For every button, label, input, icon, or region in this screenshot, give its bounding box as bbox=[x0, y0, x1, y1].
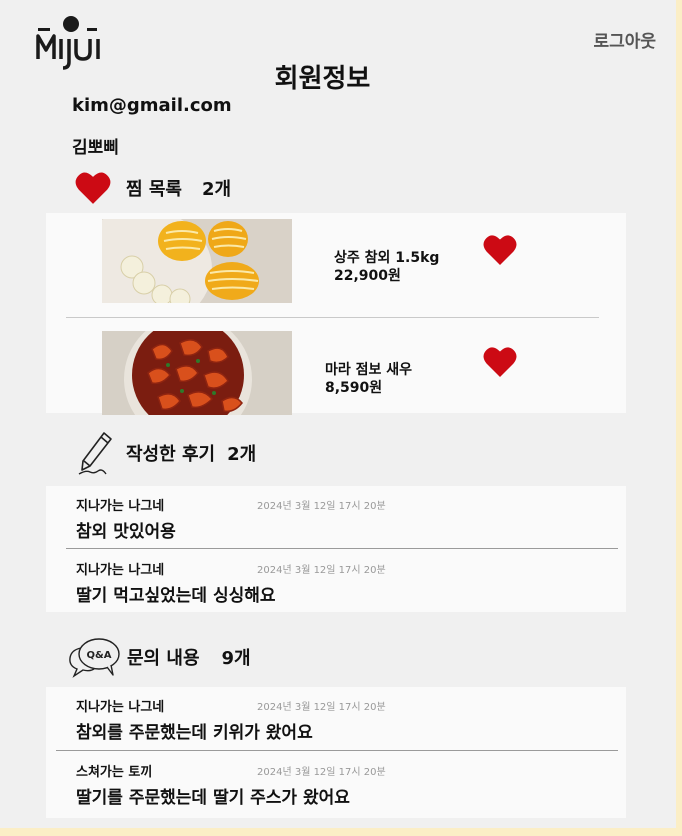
review-author: 지나가는 나그네 bbox=[76, 499, 165, 514]
inquiry-date: 2024년 3월 12일 17시 20분 bbox=[257, 702, 386, 713]
wishlist-panel: 상주 참외 1.5kg 22,900원 마라 점보 새우 8,590원 bbox=[46, 209, 626, 443]
review-item[interactable]: 지나가는 나그네 2024년 3월 12일 17시 20분 딸기 먹고싶었는데 … bbox=[46, 550, 626, 612]
wishlist-item[interactable]: 마라 점보 새우 8,590원 bbox=[46, 315, 626, 443]
review-body[interactable]: 참외 맛있어용 bbox=[76, 517, 176, 542]
reviews-count: 2개 bbox=[227, 444, 257, 465]
wishlist-count: 2개 bbox=[201, 179, 232, 200]
inquiry-item[interactable]: 스쳐가는 토끼 2024년 3월 12일 17시 20분 딸기를 주문했는데 딸… bbox=[46, 752, 626, 814]
product-image-melon[interactable] bbox=[72, 209, 292, 329]
qa-speech-bubble-icon: Q&A bbox=[69, 638, 120, 678]
review-item[interactable]: 지나가는 나그네 2024년 3월 12일 17시 20분 참외 맛있어용 bbox=[46, 486, 626, 548]
svg-text:Q&A: Q&A bbox=[87, 650, 112, 661]
profile-page: 로그아웃 회원정보 kim@gmail.com 김뽀삐 찜 목록 2개 상주 참… bbox=[0, 0, 676, 828]
inquiry-date: 2024년 3월 12일 17시 20분 bbox=[257, 767, 386, 778]
review-body[interactable]: 딸기 먹고싶었는데 싱싱해요 bbox=[76, 581, 276, 606]
heart-icon[interactable] bbox=[482, 345, 518, 379]
divider bbox=[56, 750, 618, 751]
inquiries-panel: 지나가는 나그네 2024년 3월 12일 17시 20분 참외를 주문했는데 … bbox=[46, 687, 626, 818]
product-image-shrimp[interactable] bbox=[102, 315, 292, 443]
page-title: 회원정보 bbox=[274, 64, 371, 94]
inquiry-body[interactable]: 참외를 주문했는데 키위가 왔어요 bbox=[76, 718, 313, 743]
product-price: 8,590원 bbox=[325, 380, 383, 396]
inquiries-count: 9개 bbox=[221, 648, 251, 669]
divider bbox=[66, 317, 599, 318]
review-date: 2024년 3월 12일 17시 20분 bbox=[257, 565, 386, 576]
reviews-title: 작성한 후기 bbox=[126, 444, 216, 465]
wishlist-item-info: 마라 점보 새우 8,590원 bbox=[325, 361, 412, 397]
review-author: 지나가는 나그네 bbox=[76, 563, 165, 578]
product-name[interactable]: 상주 참외 1.5kg bbox=[334, 249, 439, 267]
product-name[interactable]: 마라 점보 새우 bbox=[325, 361, 412, 379]
review-date: 2024년 3월 12일 17시 20분 bbox=[257, 501, 386, 512]
reviews-panel: 지나가는 나그네 2024년 3월 12일 17시 20분 참외 맛있어용 지나… bbox=[46, 486, 626, 612]
divider bbox=[66, 548, 618, 549]
wishlist-item[interactable]: 상주 참외 1.5kg 22,900원 bbox=[46, 209, 626, 329]
inquiries-title: 문의 내용 bbox=[127, 648, 200, 669]
inquiries-header: Q&A 문의 내용 9개 bbox=[67, 636, 251, 678]
inquiry-author: 지나가는 나그네 bbox=[76, 700, 165, 715]
pencil-icon bbox=[78, 432, 112, 475]
wishlist-title: 찜 목록 bbox=[126, 179, 182, 200]
product-price: 22,900원 bbox=[334, 268, 401, 284]
wishlist-header: 찜 목록 2개 bbox=[74, 170, 231, 206]
reviews-header: 작성한 후기 2개 bbox=[76, 430, 256, 476]
heart-icon bbox=[75, 172, 111, 204]
user-name: 김뽀삐 bbox=[72, 138, 119, 158]
heart-icon[interactable] bbox=[482, 233, 518, 267]
inquiry-item[interactable]: 지나가는 나그네 2024년 3월 12일 17시 20분 참외를 주문했는데 … bbox=[46, 687, 626, 749]
inquiry-body[interactable]: 딸기를 주문했는데 딸기 주스가 왔어요 bbox=[76, 783, 350, 808]
inquiry-author: 스쳐가는 토끼 bbox=[76, 765, 153, 780]
logout-button[interactable]: 로그아웃 bbox=[593, 27, 656, 52]
wishlist-item-info: 상주 참외 1.5kg 22,900원 bbox=[334, 249, 439, 285]
user-email: kim@gmail.com bbox=[72, 95, 232, 116]
